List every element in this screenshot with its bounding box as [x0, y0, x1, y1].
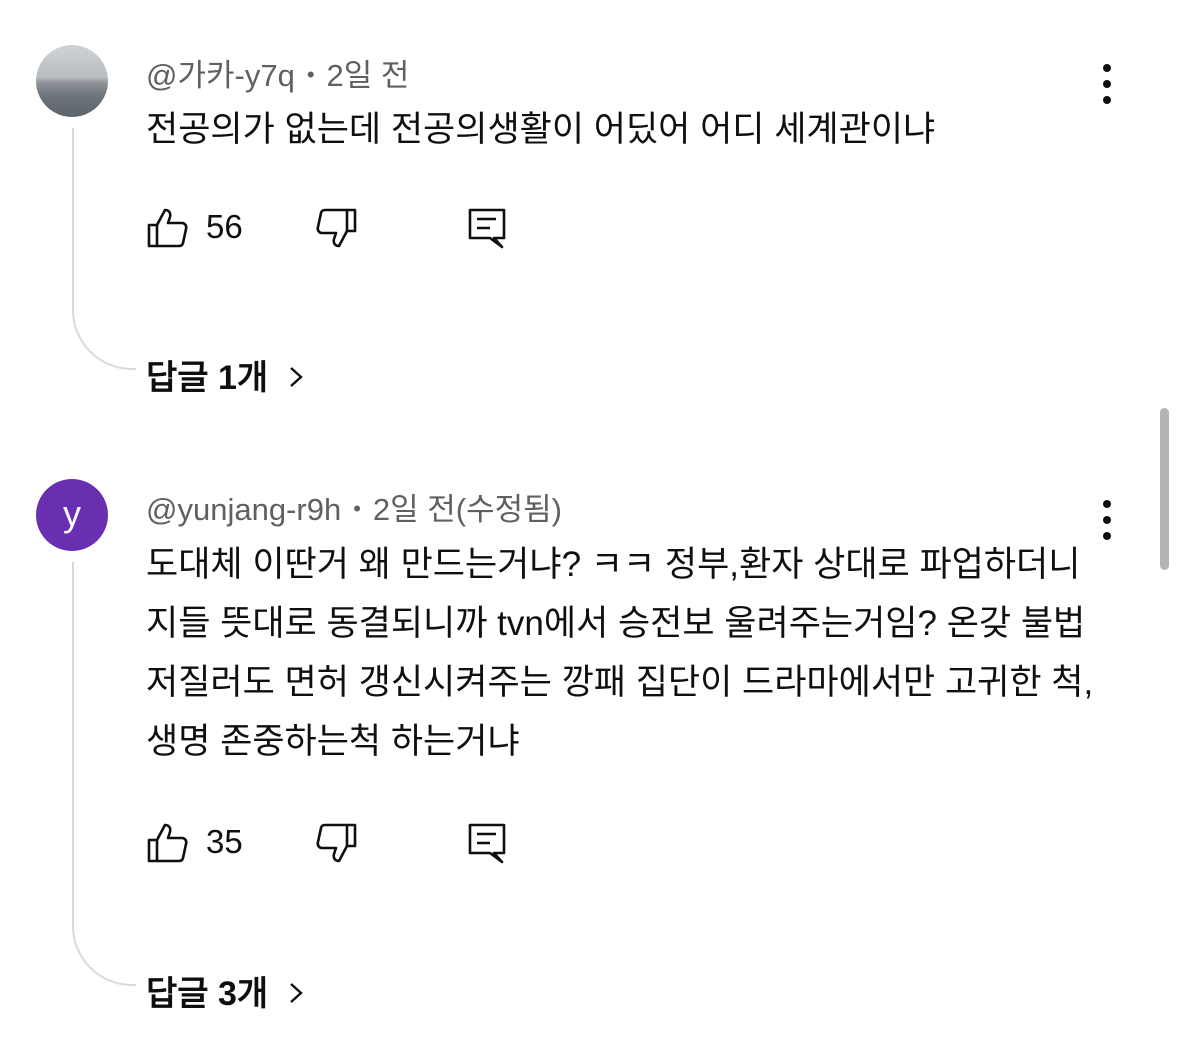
chevron-right-icon	[290, 367, 303, 387]
thumb-down-icon[interactable]	[314, 206, 358, 250]
comment-author[interactable]: @가카-y7q	[146, 58, 295, 93]
replies-label: 답글 3개	[146, 975, 269, 1013]
comment-meta: @가카-y7q • 2일 전	[146, 50, 409, 95]
avatar[interactable]	[36, 45, 108, 117]
view-replies-button[interactable]: 답글 1개	[146, 350, 306, 399]
comment-reply-icon[interactable]	[466, 821, 510, 865]
like-count: 35	[206, 823, 243, 860]
thread-connector	[72, 128, 136, 370]
thumb-down-icon[interactable]	[314, 821, 358, 865]
like-count: 56	[206, 208, 243, 245]
meta-separator: •	[353, 495, 361, 521]
comment-meta: @yunjang-r9h • 2일 전(수정됨)	[146, 484, 562, 529]
comment-time: 2일 전	[326, 58, 410, 93]
comment-text: 전공의가 없는데 전공의생활이 어딨어 어디 세계관이냐	[146, 110, 936, 149]
comment-text: 도대체 이딴거 왜 만드는거냐? ㅋㅋ 정부,환자 상대로 파업하더니 지들 뜻…	[146, 545, 1094, 761]
more-vert-icon[interactable]	[1092, 496, 1122, 544]
chevron-right-icon	[290, 983, 303, 1003]
thread-connector	[72, 562, 136, 986]
comment-time: 2일 전(수정됨)	[372, 492, 563, 527]
replies-label: 답글 1개	[146, 359, 269, 397]
thumb-up-icon[interactable]	[146, 206, 190, 250]
scrollbar-thumb[interactable]	[1160, 408, 1169, 570]
comment-author[interactable]: @yunjang-r9h	[146, 492, 341, 527]
view-replies-button[interactable]: 답글 3개	[146, 966, 306, 1015]
comment-reply-icon[interactable]	[466, 206, 510, 250]
more-vert-icon[interactable]	[1092, 60, 1122, 108]
meta-separator: •	[306, 61, 315, 87]
avatar[interactable]: y	[36, 479, 108, 551]
thumb-up-icon[interactable]	[146, 821, 190, 865]
